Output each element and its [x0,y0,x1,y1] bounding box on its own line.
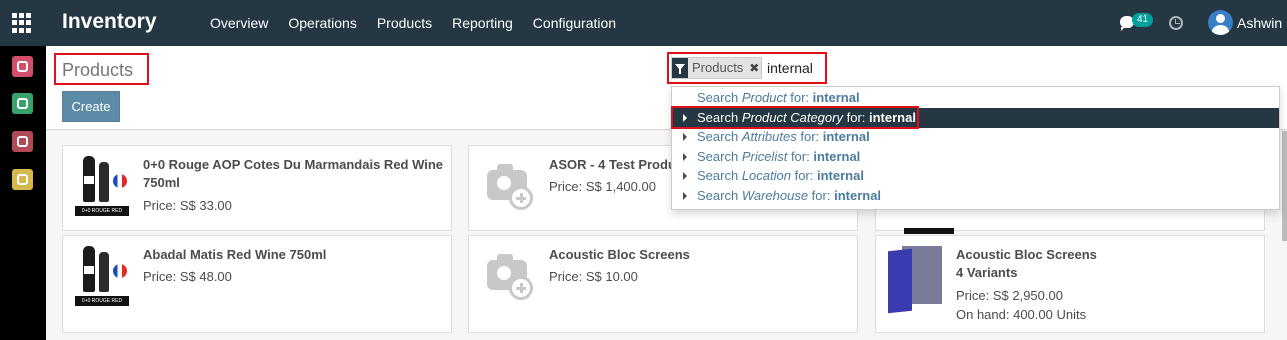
autocomplete-item[interactable]: Search Location for: internal [672,166,1279,186]
autocomplete-item[interactable]: Search Warehouse for: internal [672,186,1279,206]
menu-reporting[interactable]: Reporting [442,0,523,46]
scrollbar[interactable] [1282,131,1287,241]
activity-clock-icon[interactable] [1169,16,1183,30]
highlight-search [667,52,827,84]
autocomplete-item[interactable]: Search Product for: internal [672,88,1279,108]
apps-menu-icon[interactable] [12,13,32,33]
menu-configuration[interactable]: Configuration [523,0,626,46]
menu-operations[interactable]: Operations [278,0,366,46]
expand-arrow-icon[interactable] [683,192,687,200]
camera-placeholder-icon [481,246,535,306]
product-card[interactable]: 0+0 ROUGE RED WINE 0+0 Rouge AOP Cotes D… [62,145,452,231]
main-menu: Overview Operations Products Reporting C… [200,0,626,46]
app-title: Inventory [62,10,157,33]
app-sidebar [0,46,46,340]
product-name: 0+0 Rouge AOP Cotes Du Marmandais Red Wi… [143,157,444,190]
search-autocomplete: Search Product for: internal Search Prod… [671,86,1280,210]
discuss-app-icon[interactable] [12,56,33,77]
expand-arrow-icon[interactable] [683,133,687,141]
product-price: Price: S$ 10.00 [549,269,638,284]
product-name: Acoustic Bloc Screens [549,247,690,262]
create-button[interactable]: Create [62,91,120,122]
product-card[interactable]: Acoustic Bloc Screens Price: S$ 10.00 [468,235,858,333]
settings-app-icon[interactable] [12,169,33,190]
menu-products[interactable]: Products [367,0,442,46]
camera-placeholder-icon [481,156,535,216]
inventory-app-icon[interactable] [12,131,33,152]
autocomplete-item[interactable]: Search Pricelist for: internal [672,147,1279,167]
product-name: Abadal Matis Red Wine 750ml [143,247,327,262]
expand-arrow-icon[interactable] [683,172,687,180]
message-count-badge: 41 [1132,13,1154,27]
product-on-hand: On hand: 400.00 Units [956,307,1087,322]
wine-bottle-image: 0+0 ROUGE RED WINE [75,246,129,314]
product-card[interactable]: 0+0 ROUGE RED WINE Abadal Matis Red Wine… [62,235,452,333]
highlight-category-option [671,106,919,129]
contacts-app-icon[interactable] [12,93,33,114]
product-name: Acoustic Bloc Screens 4 Variants [956,247,1097,280]
menu-overview[interactable]: Overview [200,0,278,46]
acoustic-panel-image [888,246,942,314]
product-name: ASOR - 4 Test Product [549,157,688,172]
top-navbar: Inventory Overview Operations Products R… [0,0,1287,46]
product-price: Price: S$ 48.00 [143,269,232,284]
product-price: Price: S$ 2,950.00 [956,288,1063,303]
product-price: Price: S$ 1,400.00 [549,179,656,194]
product-card[interactable]: Acoustic Bloc Screens 4 Variants Price: S… [875,235,1265,333]
expand-arrow-icon[interactable] [683,153,687,161]
wine-bottle-image: 0+0 ROUGE RED WINE [75,156,129,224]
autocomplete-item[interactable]: Search Attributes for: internal [672,127,1279,147]
highlight-breadcrumb [54,53,149,85]
user-name[interactable]: Ashwin [1237,15,1282,31]
user-avatar[interactable] [1208,10,1233,35]
product-price: Price: S$ 33.00 [143,198,232,213]
